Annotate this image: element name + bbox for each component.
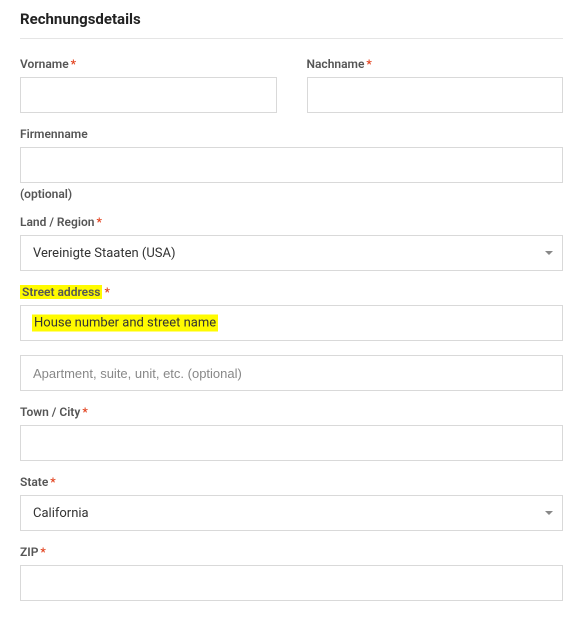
state-label: State*: [20, 475, 563, 489]
street-address-line2-field[interactable]: [20, 355, 563, 391]
company-label: Firmenname: [20, 127, 563, 141]
divider: [20, 38, 563, 39]
last-name-label: Nachname*: [307, 57, 564, 71]
country-select-value: Vereinigte Staaten (USA): [20, 235, 563, 271]
zip-field[interactable]: [20, 565, 563, 601]
first-name-label: Vorname*: [20, 57, 277, 71]
street-address-line1-field[interactable]: [20, 305, 563, 341]
country-select[interactable]: Vereinigte Staaten (USA): [20, 235, 563, 271]
company-optional-note: (optional): [20, 187, 563, 201]
company-field[interactable]: [20, 147, 563, 183]
required-marker: *: [366, 57, 371, 71]
page-title: Rechnungsdetails: [20, 10, 563, 38]
state-select[interactable]: California: [20, 495, 563, 531]
required-marker: *: [104, 285, 109, 299]
first-name-field[interactable]: [20, 77, 277, 113]
required-marker: *: [50, 475, 55, 489]
country-label: Land / Region*: [20, 215, 563, 229]
required-marker: *: [40, 545, 45, 559]
zip-label: ZIP*: [20, 545, 563, 559]
required-marker: *: [96, 215, 101, 229]
city-label: Town / City*: [20, 405, 563, 419]
required-marker: *: [82, 405, 87, 419]
city-field[interactable]: [20, 425, 563, 461]
last-name-field[interactable]: [307, 77, 564, 113]
required-marker: *: [71, 57, 76, 71]
state-select-value: California: [20, 495, 563, 531]
street-address-label: Street address*: [20, 285, 563, 299]
